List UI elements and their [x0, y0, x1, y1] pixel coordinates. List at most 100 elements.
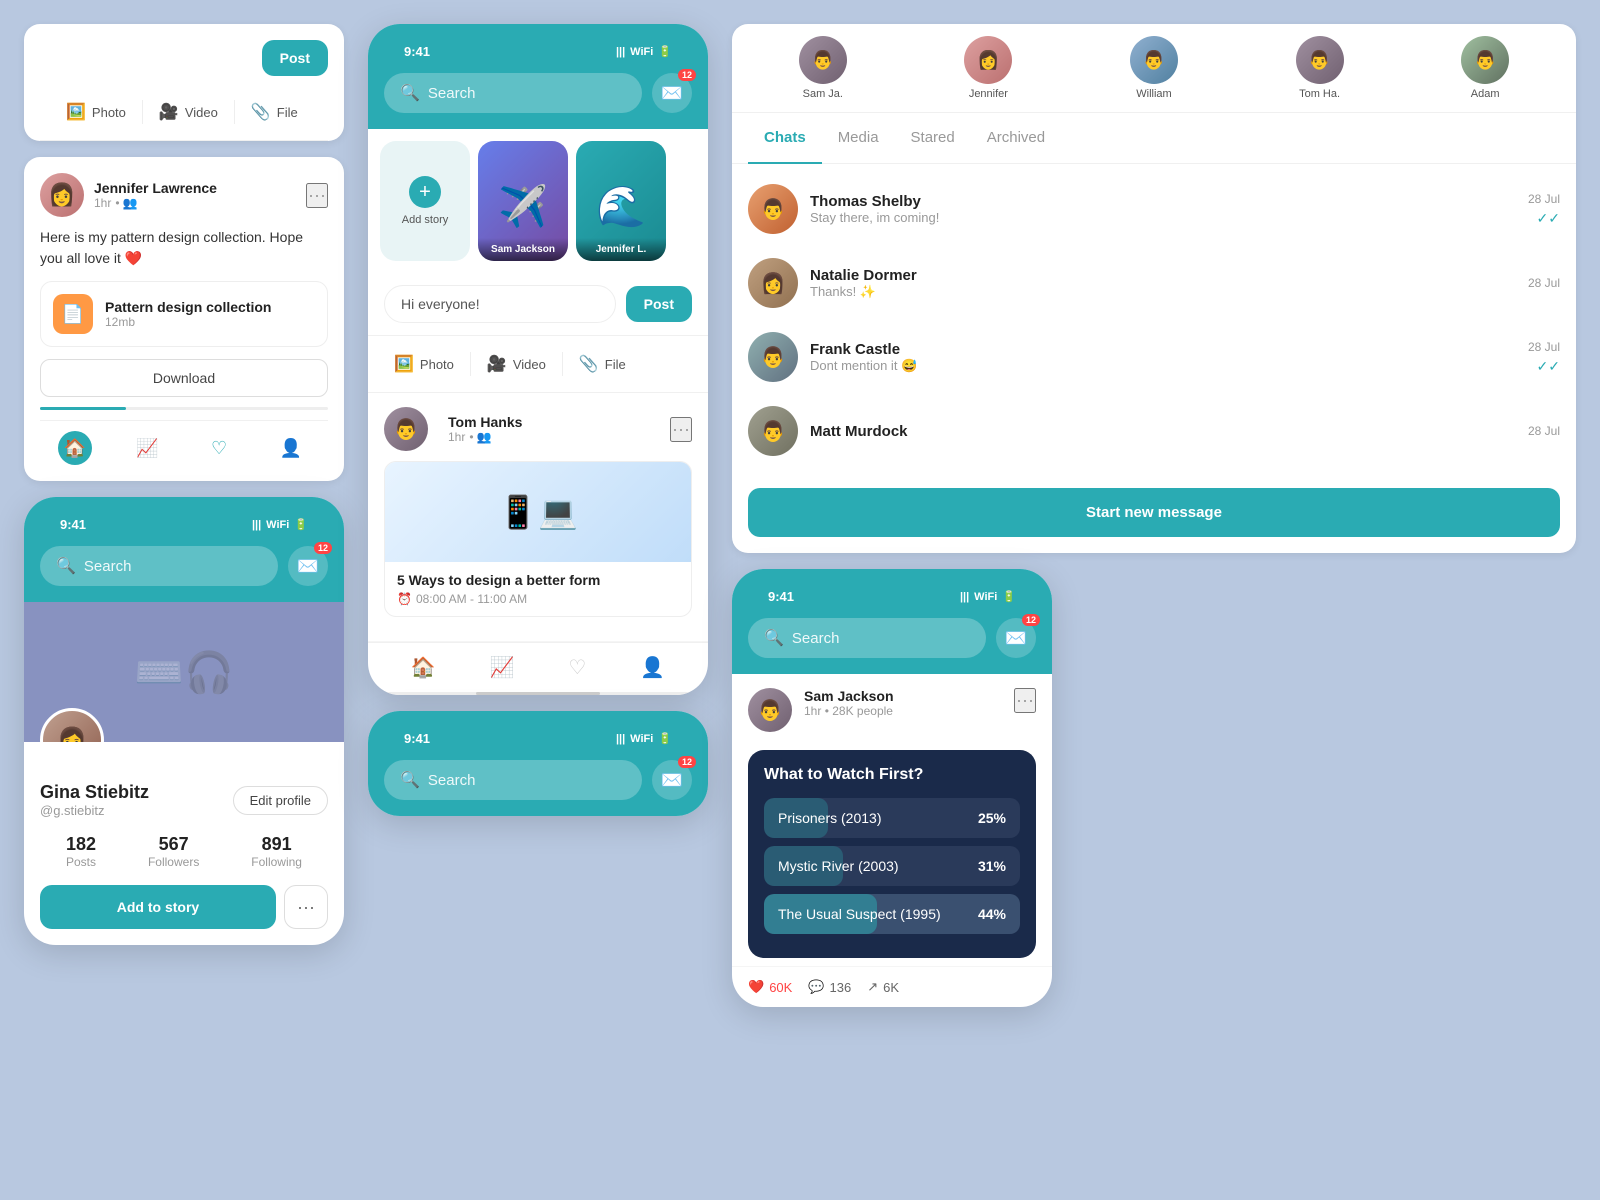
- user-avatar-jennifer[interactable]: 👩 Jennifer: [964, 36, 1012, 100]
- tab-stared[interactable]: Stared: [895, 113, 971, 164]
- poll-creator-info: Sam Jackson 1hr • 28K people: [804, 688, 1014, 718]
- share-reaction[interactable]: ↗ 6K: [867, 979, 899, 995]
- heart-action[interactable]: ♡: [203, 431, 235, 465]
- poll-option-text-3: The Usual Suspect (1995): [778, 906, 941, 922]
- chat-item-thomas[interactable]: 👨 Thomas Shelby Stay there, im coming! 2…: [732, 172, 1576, 246]
- file-button[interactable]: 📎 File: [241, 96, 308, 128]
- center-search-bar[interactable]: 🔍 Search: [384, 73, 642, 113]
- file-name: Pattern design collection: [105, 299, 271, 315]
- poll-more-button[interactable]: ···: [1014, 688, 1036, 713]
- stories-strip: + Add story ✈️ Sam Jackson 🌊: [368, 129, 708, 273]
- matt-time: 28 Jul: [1528, 424, 1560, 438]
- story-name-sam: Sam Jackson: [484, 244, 562, 255]
- frank-time: 28 Jul: [1528, 340, 1560, 354]
- center-message-button[interactable]: ✉️ 12: [652, 73, 692, 113]
- matt-info: Matt Murdock: [810, 423, 1516, 440]
- chat-item-frank[interactable]: 👨 Frank Castle Dont mention it 😅 28 Jul …: [732, 320, 1576, 394]
- post-submit-button[interactable]: Post: [626, 286, 692, 322]
- adam-mini-avatar: 👨: [1461, 36, 1509, 84]
- poll-option-text-2: Mystic River (2003): [778, 858, 899, 874]
- share-count: 6K: [883, 980, 899, 995]
- home-action[interactable]: 🏠: [58, 431, 92, 465]
- profile-phone: 9:41 ||| WiFi 🔋 🔍 Search ✉️ 12: [24, 497, 344, 945]
- file-size: 12mb: [105, 315, 271, 329]
- feed-post-tom: 👨 Tom Hanks 1hr • 👥 ··· 📱💻 5 Ways to des…: [368, 393, 708, 642]
- nav-home[interactable]: 🏠: [411, 655, 436, 680]
- adam-mini-name: Adam: [1471, 88, 1500, 100]
- event-image: 📱💻: [385, 462, 691, 562]
- post-actions: 🏠 📈 ♡ 👤: [40, 420, 328, 465]
- center-search-icon: 🔍: [400, 83, 420, 103]
- chat-item-natalie[interactable]: 👩 Natalie Dormer Thanks! ✨ 28 Jul: [732, 246, 1576, 320]
- center-file-button[interactable]: 📎 File: [569, 348, 636, 380]
- poll-time: 9:41: [768, 589, 794, 604]
- search-bar[interactable]: 🔍 Search: [40, 546, 278, 586]
- more-options-button[interactable]: ···: [284, 885, 328, 929]
- more-button[interactable]: ···: [306, 183, 328, 208]
- center-photo-label: Photo: [420, 357, 454, 372]
- nav-person[interactable]: 👤: [640, 655, 665, 680]
- tab-archived[interactable]: Archived: [971, 113, 1061, 164]
- center2-message-button[interactable]: ✉️ 12: [652, 760, 692, 800]
- center2-time: 9:41: [404, 731, 430, 746]
- person-action[interactable]: 👤: [271, 431, 309, 465]
- center-phone-1: 9:41 ||| WiFi 🔋 🔍 Search ✉️ 12: [368, 24, 708, 695]
- comment-icon: 💬: [808, 979, 824, 995]
- message-badge: 12: [314, 542, 332, 554]
- tab-media[interactable]: Media: [822, 113, 895, 164]
- download-button[interactable]: Download: [40, 359, 328, 397]
- thomas-info: Thomas Shelby Stay there, im coming!: [810, 193, 1516, 225]
- poll-option-2[interactable]: Mystic River (2003) 31%: [764, 846, 1020, 886]
- user-avatar-sam[interactable]: 👨 Sam Ja.: [799, 36, 847, 100]
- post-input-field[interactable]: [384, 285, 616, 323]
- story-jennifer[interactable]: 🌊 Jennifer L.: [576, 141, 666, 261]
- event-details: 5 Ways to design a better form ⏰ 08:00 A…: [385, 562, 691, 616]
- poll-message-button[interactable]: ✉️ 12: [996, 618, 1036, 658]
- center-photo-icon: 🖼️: [394, 354, 414, 374]
- edit-profile-button[interactable]: Edit profile: [233, 786, 328, 815]
- comment-reaction[interactable]: 💬 136: [808, 979, 851, 995]
- poll-creator-name: Sam Jackson: [804, 688, 1014, 704]
- video-button[interactable]: 🎥 Video: [149, 96, 228, 128]
- poll-search-bar[interactable]: 🔍 Search: [748, 618, 986, 658]
- natalie-name: Natalie Dormer: [810, 267, 1516, 284]
- nav-heart[interactable]: ♡: [568, 655, 586, 680]
- user-avatar-tom[interactable]: 👨 Tom Ha.: [1296, 36, 1344, 100]
- chat-item-matt[interactable]: 👨 Matt Murdock 28 Jul: [732, 394, 1576, 468]
- start-new-message-button[interactable]: Start new message: [748, 488, 1560, 537]
- center-phone-2: 9:41 ||| WiFi 🔋 🔍 Search ✉️ 12: [368, 711, 708, 816]
- post-time: 1hr • 👥: [94, 196, 296, 210]
- poll-option-1[interactable]: Prisoners (2013) 25%: [764, 798, 1020, 838]
- poll-option-3[interactable]: The Usual Suspect (1995) 44%: [764, 894, 1020, 934]
- message-button[interactable]: ✉️ 12: [288, 546, 328, 586]
- photo-button[interactable]: 🖼️ Photo: [56, 96, 136, 128]
- add-story-item[interactable]: + Add story: [380, 141, 470, 261]
- center-video-button[interactable]: 🎥 Video: [477, 348, 556, 380]
- nav-chart[interactable]: 📈: [490, 655, 515, 680]
- sam-mini-name: Sam Ja.: [803, 88, 843, 100]
- tom-more-button[interactable]: ···: [670, 417, 692, 442]
- poll-option-pct-3: 44%: [978, 906, 1006, 922]
- center-header-2: 9:41 ||| WiFi 🔋 🔍 Search ✉️ 12: [368, 711, 708, 816]
- poll-header: 9:41 ||| WiFi 🔋 🔍 Search ✉️ 12: [732, 569, 1052, 674]
- story-sam[interactable]: ✈️ Sam Jackson: [478, 141, 568, 261]
- matt-meta: 28 Jul: [1528, 424, 1560, 438]
- center-photo-button[interactable]: 🖼️ Photo: [384, 348, 464, 380]
- user-avatar-adam[interactable]: 👨 Adam: [1461, 36, 1509, 100]
- tab-chats[interactable]: Chats: [748, 113, 822, 164]
- chat-panel: 👨 Sam Ja. 👩 Jennifer 👨 William 👨 Tom Ha.…: [732, 24, 1576, 553]
- profile-header: 9:41 ||| WiFi 🔋 🔍 Search ✉️ 12: [24, 497, 344, 602]
- center2-search-bar[interactable]: 🔍 Search: [384, 760, 642, 800]
- add-to-story-button[interactable]: Add to story: [40, 885, 276, 929]
- post-button[interactable]: Post: [262, 40, 328, 76]
- frank-avatar: 👨: [748, 332, 798, 382]
- center2-search-placeholder: Search: [428, 772, 476, 789]
- stat-followers: 567 Followers: [148, 834, 199, 869]
- center2-badge: 12: [678, 756, 696, 768]
- post-reactions: ❤️ 60K 💬 136 ↗ 6K: [732, 966, 1052, 1007]
- heart-reaction[interactable]: ❤️ 60K: [748, 979, 792, 995]
- user-avatar-william[interactable]: 👨 William: [1130, 36, 1178, 100]
- chart-action[interactable]: 📈: [128, 431, 166, 465]
- status-bar: 9:41 ||| WiFi 🔋: [40, 507, 328, 538]
- tom-avatar: 👨: [384, 407, 428, 451]
